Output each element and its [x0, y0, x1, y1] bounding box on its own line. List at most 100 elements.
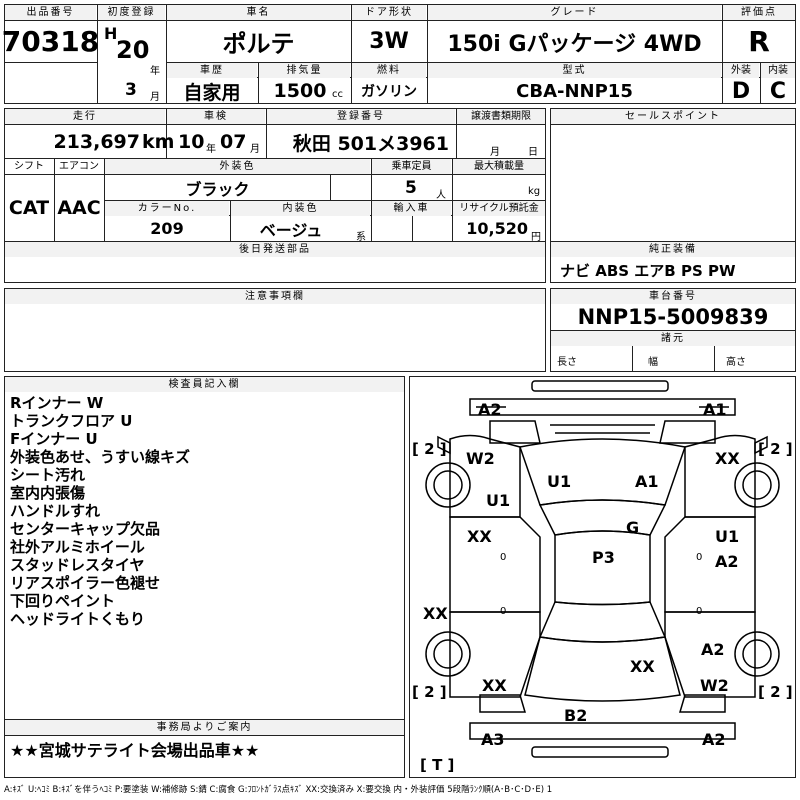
first-reg-month: 3	[125, 80, 137, 100]
chassis-label: 車台番号	[551, 289, 795, 304]
history: 自家用	[183, 81, 241, 104]
note-item: スタッドレスタイヤ	[10, 556, 145, 574]
note-item: 室内内張傷	[10, 484, 86, 502]
equipment: ナビ ABS エアB PS PW	[560, 261, 736, 280]
transfer-day-unit: 日	[528, 147, 538, 158]
caution-label: 注意事項欄	[5, 289, 545, 304]
car-name: ポルテ	[222, 30, 295, 58]
import-label: 輸入車	[372, 201, 451, 216]
month-unit: 月	[150, 92, 160, 103]
length-label: 長さ	[557, 357, 577, 368]
later-parts-label: 後日発送部品	[5, 242, 545, 257]
damage-u1-left: U1	[486, 491, 511, 510]
note-item: シート汚れ	[10, 466, 86, 484]
damage-a1-front-right: A1	[703, 400, 727, 419]
damage-a3-rear-left: A3	[481, 730, 505, 749]
shift-label: シフト	[14, 161, 44, 172]
grade: 150i Gパッケージ 4WD	[447, 31, 702, 57]
damage-xx-left-door: XX	[467, 527, 492, 546]
door-zero-left: 0	[500, 552, 507, 563]
first-reg-label: 初度登録	[98, 5, 165, 20]
plate-label: 登録番号	[267, 109, 455, 124]
lot-no-label: 出品番号	[5, 5, 96, 20]
capacity-unit: 人	[436, 190, 446, 201]
color-no: 209	[150, 219, 184, 238]
tire-right-rear: [ 2 ]	[758, 683, 793, 701]
damage-xx-left-rear: XX	[482, 676, 507, 695]
inspector-label: 検査員記入欄	[5, 377, 404, 392]
width-label: 幅	[648, 357, 658, 368]
car-diagram	[425, 380, 780, 758]
note-item: 下回りペイント	[10, 592, 116, 610]
grade-label: グレード	[428, 5, 721, 20]
damage-g-windshield: G	[626, 518, 640, 537]
note-item: Fインナー U	[10, 430, 98, 448]
displacement: 1500	[273, 80, 327, 102]
damage-xx-right-fender: XX	[715, 449, 740, 468]
capacity-label: 乗車定員	[372, 159, 451, 174]
fuel: ガソリン	[361, 84, 417, 100]
inspection-label: 車検	[167, 109, 265, 124]
interior-color-unit: 系	[356, 232, 366, 243]
mileage-label: 走行	[5, 109, 165, 124]
damage-u1-right-door: U1	[715, 527, 740, 546]
ac: AAC	[57, 197, 101, 219]
recycle-label: リサイクル預託金	[453, 201, 545, 216]
recycle-unit: 円	[531, 232, 541, 243]
mileage-unit: km	[142, 131, 175, 153]
displacement-label: 排気量	[259, 63, 350, 78]
interior-color: ベージュ	[259, 220, 323, 240]
inspection-month: 07	[220, 131, 247, 153]
note-item: 外装色あせ、うすい線キズ	[10, 448, 191, 466]
transfer-label: 譲渡書類期限	[457, 109, 545, 124]
damage-b2-rear: B2	[564, 706, 588, 725]
note-item: Rインナー W	[10, 394, 104, 412]
office-message: ★★宮城サテライト会場出品車★★	[10, 741, 260, 760]
rear-zero-left: 0	[500, 606, 507, 617]
office-label: 事務局よりご案内	[5, 720, 404, 735]
history-label: 車歴	[167, 63, 257, 78]
damage-a2-right-rear: A2	[701, 640, 725, 659]
score-label: 評価点	[723, 5, 795, 20]
damage-w2-left-fender: W2	[466, 449, 495, 468]
note-item: センターキャップ欠品	[10, 520, 161, 538]
door-zero-right: 0	[696, 552, 703, 563]
ac-label: エアコン	[59, 161, 99, 172]
sales-point-label: セールスポイント	[551, 109, 795, 124]
damage-a1-hood: A1	[635, 472, 659, 491]
year-unit: 年	[150, 66, 160, 77]
score: R	[748, 25, 770, 58]
plate-number: 秋田 501メ3961	[292, 132, 449, 155]
lot-no: 70318	[1, 25, 100, 58]
color-label: 外装色	[105, 159, 370, 174]
model-label: 型式	[428, 63, 721, 78]
recycle-fee: 10,520	[466, 219, 528, 238]
transfer-month-unit: 月	[490, 147, 500, 158]
rear-zero-right: 0	[696, 606, 703, 617]
chassis-number: NNP15-5009839	[577, 305, 769, 329]
inspection-year-unit: 年	[206, 144, 216, 155]
inspector-notes: Rインナー W トランクフロア U Fインナー U 外装色あせ、うすい線キズ シ…	[10, 394, 400, 628]
door-label: ドア形状	[352, 5, 426, 20]
note-item: リアスポイラー色褪せ	[10, 574, 161, 592]
note-item: トランクフロア U	[10, 412, 133, 430]
exterior-color: ブラック	[185, 179, 250, 199]
equipment-label: 純正装備	[551, 242, 795, 257]
damage-p3-roof: P3	[592, 548, 615, 567]
exterior-label: 外装	[723, 63, 759, 78]
displacement-unit: cc	[332, 89, 343, 100]
capacity: 5	[405, 177, 417, 198]
fuel-label: 燃料	[352, 63, 426, 78]
interior-label: 内装	[761, 63, 795, 78]
tire-right-front: [ 2 ]	[758, 440, 793, 458]
damage-a2-front-left: A2	[478, 400, 502, 419]
tire-left-front: [ 2 ]	[412, 440, 447, 458]
damage-a2-right-door: A2	[715, 552, 739, 571]
specs-label: 諸元	[551, 331, 795, 346]
color-no-label: カラーNo.	[105, 201, 229, 216]
spare-tire: [ T ]	[420, 756, 455, 774]
tire-left-rear: [ 2 ]	[412, 683, 447, 701]
car-name-label: 車名	[167, 5, 350, 20]
height-label: 高さ	[726, 357, 746, 368]
legend: A:ｷｽﾞ U:ﾍｺﾐ B:ｷｽﾞを伴うﾍｺﾐ P:要塗装 W:補修跡 S:錆 …	[4, 785, 553, 795]
